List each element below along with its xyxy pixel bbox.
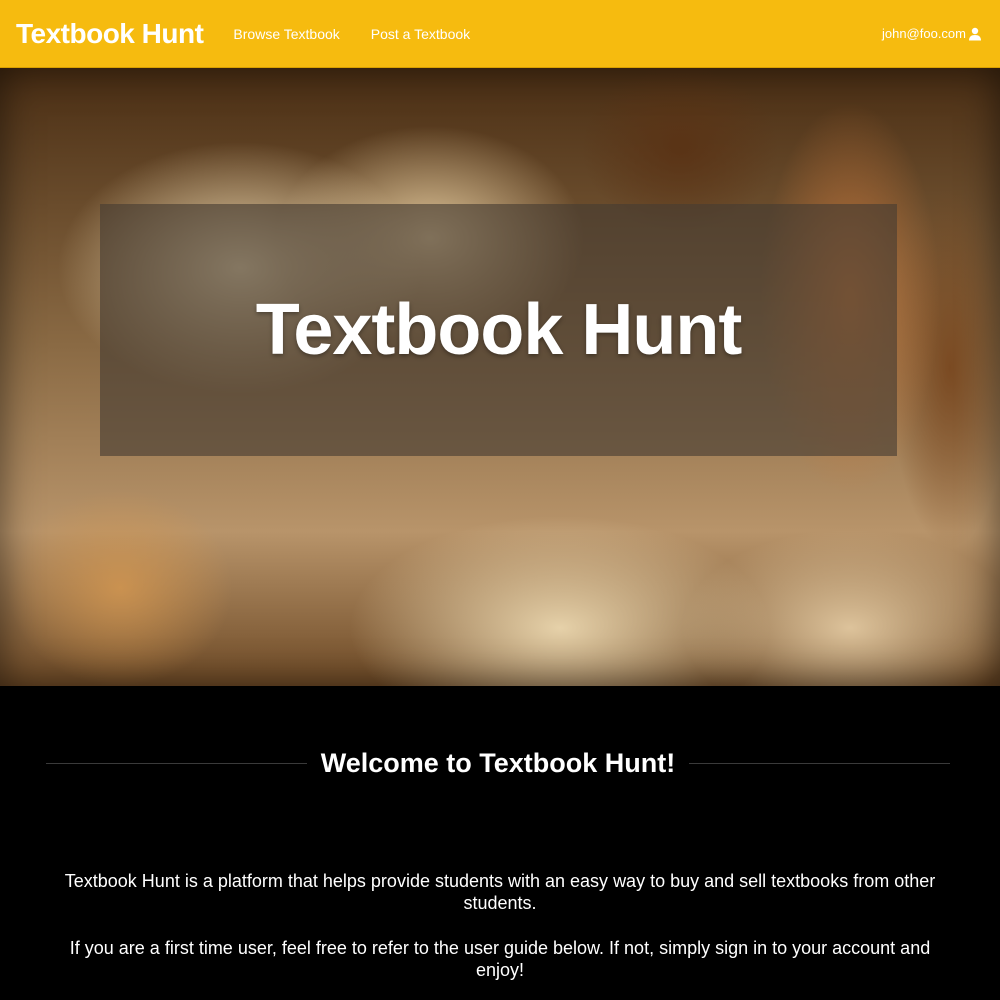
- hero-title: Textbook Hunt: [255, 290, 743, 370]
- nav-post-textbook[interactable]: Post a Textbook: [371, 26, 470, 42]
- welcome-heading: Welcome to Textbook Hunt!: [320, 747, 676, 778]
- heading-divider-right: [689, 762, 951, 764]
- heading-divider-left: [46, 762, 307, 764]
- user-icon: [968, 27, 982, 41]
- welcome-heading-row: Welcome to Textbook Hunt!: [46, 746, 951, 780]
- nav-browse-textbook[interactable]: Browse Textbook: [233, 26, 339, 42]
- navbar: Textbook Hunt Browse Textbook Post a Tex…: [0, 0, 1000, 68]
- user-account-menu[interactable]: john@foo.com: [882, 26, 982, 41]
- welcome-section: Welcome to Textbook Hunt! Textbook Hunt …: [0, 686, 1000, 1000]
- hero-banner: Textbook Hunt: [0, 68, 1000, 686]
- brand-logo-link[interactable]: Textbook Hunt: [16, 18, 204, 50]
- user-email: john@foo.com: [881, 26, 966, 41]
- welcome-guide-paragraph: If you are a first time user, feel free …: [69, 938, 931, 980]
- hero-title-panel: Textbook Hunt: [100, 204, 897, 456]
- welcome-intro-paragraph: Textbook Hunt is a platform that helps p…: [64, 871, 936, 913]
